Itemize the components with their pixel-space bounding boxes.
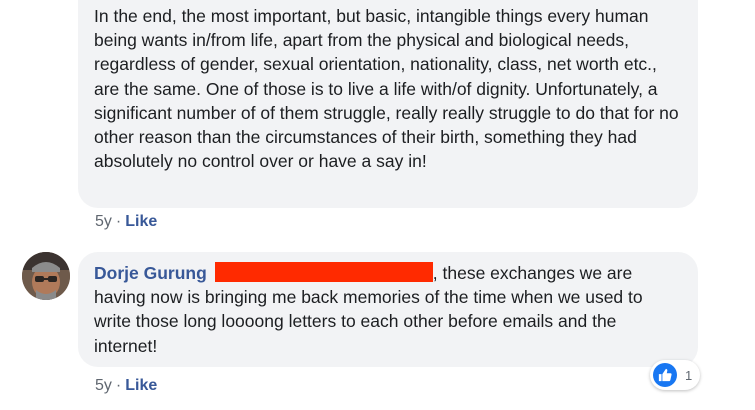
comment-author[interactable]: Dorje Gurung (94, 263, 207, 283)
avatar[interactable] (22, 252, 70, 300)
comment-bubble: In the end, the most important, but basi… (78, 0, 698, 208)
redacted-mention (214, 262, 433, 282)
like-link[interactable]: Like (125, 213, 157, 230)
reaction-badge[interactable]: 1 (650, 360, 701, 390)
reaction-count: 1 (685, 367, 693, 383)
thumbs-up-icon (653, 363, 677, 387)
comment-bubble: Dorje Gurung, these exchanges we are hav… (78, 252, 698, 367)
comment-actions: 5y · Like (95, 213, 157, 231)
comment-actions: 5y · Like (95, 377, 157, 395)
separator-dot: · (115, 213, 122, 230)
comment-timestamp[interactable]: 5y (95, 213, 112, 230)
comment-text: In the end, the most important, but basi… (94, 6, 679, 172)
like-link[interactable]: Like (125, 377, 157, 394)
comment-timestamp[interactable]: 5y (95, 377, 112, 394)
separator-dot: · (115, 377, 122, 394)
comment-thread: In the end, the most important, but basi… (0, 0, 755, 410)
